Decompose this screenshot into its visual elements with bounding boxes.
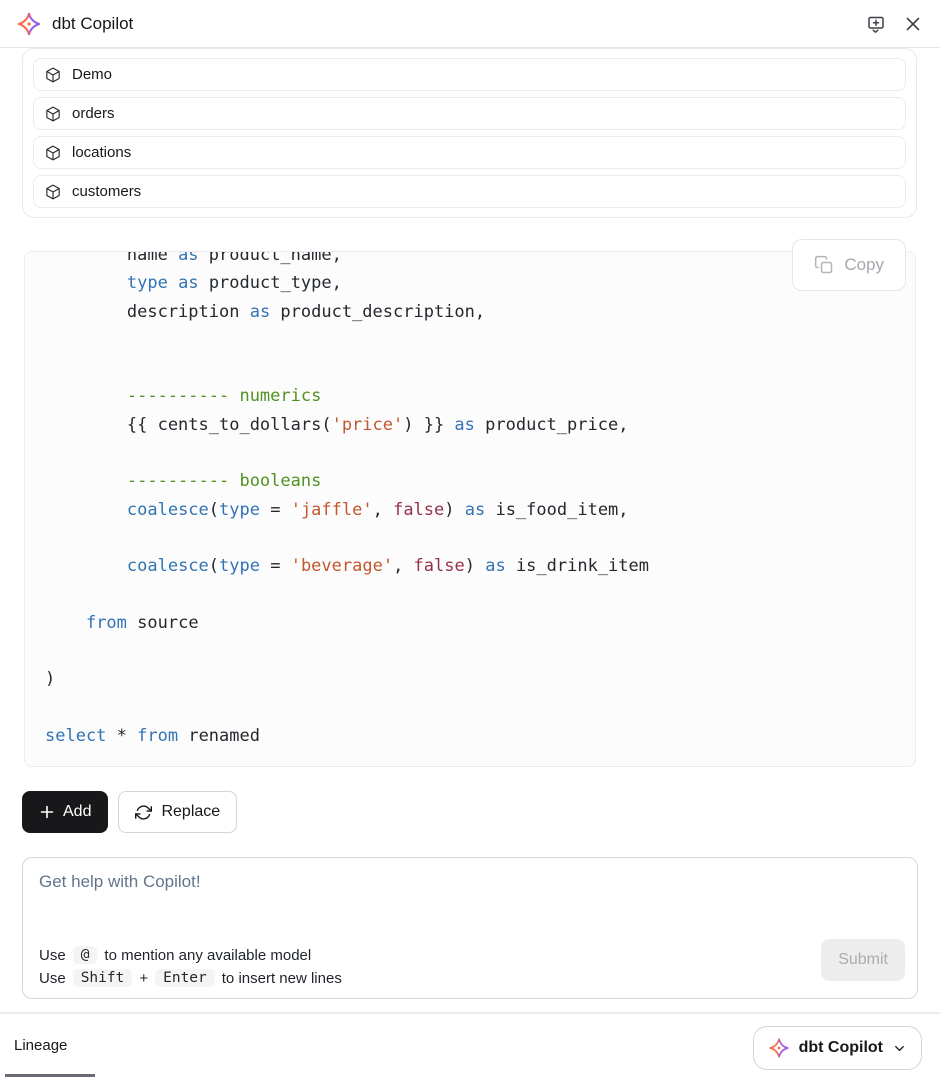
model-chip-orders[interactable]: orders [33, 97, 906, 130]
copilot-selector-label: dbt Copilot [799, 1039, 883, 1057]
copilot-selector-button[interactable]: dbt Copilot [753, 1026, 922, 1070]
add-button-label: Add [63, 803, 91, 821]
copy-button-label: Copy [844, 255, 884, 275]
cube-icon [44, 144, 62, 162]
code-scroll-area[interactable]: name as product_name, type as product_ty… [24, 251, 916, 767]
popout-icon[interactable] [864, 12, 888, 36]
hint-text: + [139, 970, 148, 987]
model-chip-list: Demo orders locations customers [22, 48, 917, 218]
replace-button[interactable]: Replace [118, 791, 237, 833]
cube-icon [44, 66, 62, 84]
composer-hints: Use @ to mention any available model Use… [39, 941, 342, 987]
close-icon[interactable] [902, 13, 924, 35]
model-chip-demo[interactable]: Demo [33, 58, 906, 91]
cube-icon [44, 183, 62, 201]
model-chip-label: locations [72, 144, 131, 161]
tab-lineage-indicator [5, 1074, 95, 1077]
replace-button-label: Replace [161, 803, 220, 821]
hint-text: to mention any available model [104, 947, 311, 964]
copy-button[interactable]: Copy [792, 239, 906, 291]
copy-icon [814, 255, 834, 275]
hint-text: to insert new lines [222, 970, 342, 987]
chevron-down-icon [892, 1041, 907, 1056]
plus-icon [39, 804, 55, 820]
model-chip-label: orders [72, 105, 115, 122]
model-chip-locations[interactable]: locations [33, 136, 906, 169]
code-content: name as product_name, type as product_ty… [25, 251, 915, 767]
add-button[interactable]: Add [22, 791, 108, 833]
code-actions: Add Replace [22, 791, 918, 833]
hint-text: Use [39, 970, 66, 987]
kbd-at: @ [73, 946, 98, 964]
model-chip-customers[interactable]: customers [33, 175, 906, 208]
dbt-copilot-logo-icon [768, 1037, 790, 1059]
hint-text: Use [39, 947, 66, 964]
hint-mention: Use @ to mention any available model [39, 946, 342, 964]
copilot-composer: Use @ to mention any available model Use… [22, 857, 918, 999]
footer-bar: Lineage dbt Copilot [0, 1014, 940, 1077]
model-chip-label: Demo [72, 66, 112, 83]
model-chip-label: customers [72, 183, 141, 200]
kbd-enter: Enter [155, 969, 215, 987]
dbt-copilot-logo-icon [16, 11, 42, 37]
cube-icon [44, 105, 62, 123]
tab-lineage[interactable]: Lineage [14, 1037, 67, 1054]
refresh-icon [135, 804, 152, 821]
panel-header: dbt Copilot [0, 0, 940, 48]
hint-newline: Use Shift + Enter to insert new lines [39, 969, 342, 987]
submit-button[interactable]: Submit [821, 939, 905, 981]
copilot-prompt-input[interactable] [39, 872, 599, 918]
sql-code-block: name as product_name, type as product_ty… [24, 251, 916, 767]
kbd-shift: Shift [73, 969, 133, 987]
panel-title: dbt Copilot [52, 14, 133, 34]
